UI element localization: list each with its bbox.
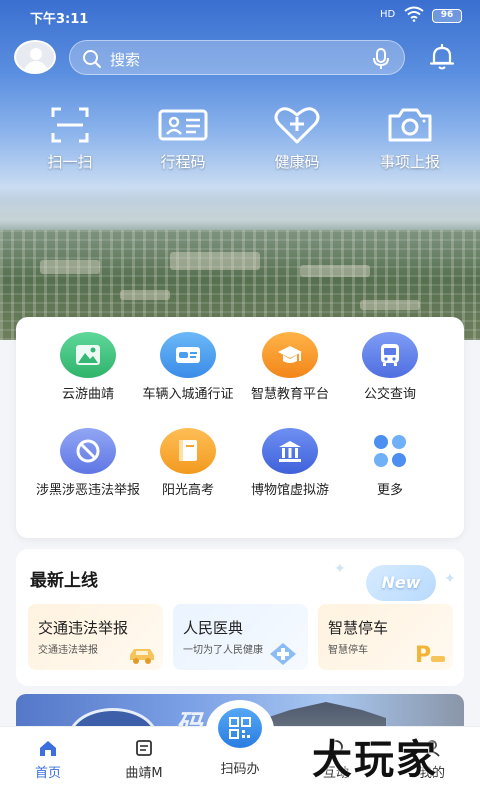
service-label: 更多 — [376, 483, 403, 498]
vehicle-card-icon — [160, 332, 216, 378]
notification-bell-icon[interactable] — [428, 43, 456, 71]
latest-card: 最新上线 ✦ ✦ New 交通违法举报 交通违法举报 人民医典 一切为了人民健康… — [16, 549, 464, 686]
search-bar[interactable]: 搜索 — [69, 40, 405, 75]
new-badge: New — [366, 565, 436, 601]
sparkle-icon: ✦ — [334, 561, 346, 577]
news-icon — [136, 740, 152, 756]
nav-label: 曲靖M — [125, 766, 163, 781]
latest-item-title: 智慧停车 — [328, 619, 389, 637]
quick-action-report[interactable]: 事项上报 — [355, 105, 465, 172]
watermark-text: 大玩家 — [312, 737, 438, 783]
latest-title: 最新上线 — [30, 571, 98, 591]
latest-item-subtitle: 交通违法举报 — [38, 645, 98, 656]
search-placeholder: 搜索 — [110, 51, 141, 69]
quick-action-label: 健康码 — [274, 153, 320, 171]
avatar[interactable] — [12, 40, 56, 74]
service-label: 涉黑涉恶违法举报 — [35, 483, 140, 498]
graduation-cap-icon — [262, 332, 318, 378]
nav-label: 首页 — [34, 766, 61, 781]
scan-to-handle-button[interactable] — [206, 700, 274, 760]
service-label: 博物馆虚拟游 — [250, 483, 329, 498]
latest-item-title: 人民医典 — [183, 619, 244, 637]
qr-code-icon — [218, 708, 262, 748]
service-crime-report[interactable]: 涉黑涉恶违法举报 — [33, 428, 143, 499]
service-label: 阳光高考 — [161, 483, 214, 498]
latest-item-subtitle: 智慧停车 — [328, 645, 368, 656]
nav-home[interactable]: 首页 — [0, 739, 96, 781]
service-cloud-tour[interactable]: 云游曲靖 — [33, 332, 143, 403]
nav-qujing-m[interactable]: 曲靖M — [96, 739, 192, 781]
grid-more-icon — [362, 428, 418, 474]
heart-plus-icon — [274, 107, 320, 144]
id-card-icon — [158, 109, 208, 141]
museum-icon — [262, 428, 318, 474]
status-bar: 下午3:11 HD 96 — [0, 0, 480, 32]
search-icon — [83, 50, 101, 68]
service-more[interactable]: 更多 — [335, 428, 445, 499]
battery-indicator: 96 — [432, 9, 462, 23]
home-icon — [40, 741, 56, 756]
service-label: 云游曲靖 — [61, 387, 114, 402]
quick-action-label: 行程码 — [160, 153, 206, 171]
medical-plus-icon — [270, 643, 296, 665]
quick-action-label: 事项上报 — [379, 153, 440, 171]
service-vehicle-pass[interactable]: 车辆入城通行证 — [133, 332, 243, 403]
status-time: 下午3:11 — [30, 12, 89, 27]
services-card: 云游曲靖 车辆入城通行证 智慧教育平台 公交查询 涉黑涉恶违法举报 阳光高考 博… — [16, 317, 464, 538]
service-bus-query[interactable]: 公交查询 — [335, 332, 445, 403]
latest-item-smart-parking[interactable]: 智慧停车 智慧停车 P — [318, 604, 453, 670]
svg-text:P: P — [415, 643, 431, 666]
latest-item-title: 交通违法举报 — [38, 619, 129, 637]
service-label: 公交查询 — [363, 387, 416, 402]
quick-action-health-code[interactable]: 健康码 — [242, 105, 352, 172]
parking-icon: P — [415, 643, 445, 666]
signal-indicator: HD — [380, 9, 396, 20]
avatar-icon — [14, 40, 56, 74]
wifi-icon — [404, 6, 424, 22]
latest-item-traffic-report[interactable]: 交通违法举报 交通违法举报 — [28, 604, 163, 670]
latest-item-subtitle: 一切为了人民健康 — [183, 645, 263, 656]
book-icon — [160, 428, 216, 474]
quick-action-label: 扫一扫 — [47, 153, 93, 171]
camera-icon — [388, 108, 432, 142]
service-smart-education[interactable]: 智慧教育平台 — [235, 332, 345, 403]
scan-icon — [51, 107, 89, 143]
bus-icon — [362, 332, 418, 378]
service-sunshine-exam[interactable]: 阳光高考 — [133, 428, 243, 499]
service-label: 智慧教育平台 — [250, 387, 329, 402]
scan-to-handle-label: 扫码办 — [220, 762, 260, 777]
mountain-icon — [60, 332, 116, 378]
service-label: 车辆入城通行证 — [142, 387, 234, 402]
quick-action-trip-code[interactable]: 行程码 — [128, 105, 238, 172]
car-icon — [130, 649, 154, 664]
sparkle-icon: ✦ — [444, 571, 456, 587]
service-virtual-museum[interactable]: 博物馆虚拟游 — [235, 428, 345, 499]
microphone-icon[interactable] — [372, 48, 390, 70]
prohibit-icon — [60, 428, 116, 474]
latest-item-medical-dictionary[interactable]: 人民医典 一切为了人民健康 — [173, 604, 308, 670]
quick-action-scan[interactable]: 扫一扫 — [15, 105, 125, 172]
